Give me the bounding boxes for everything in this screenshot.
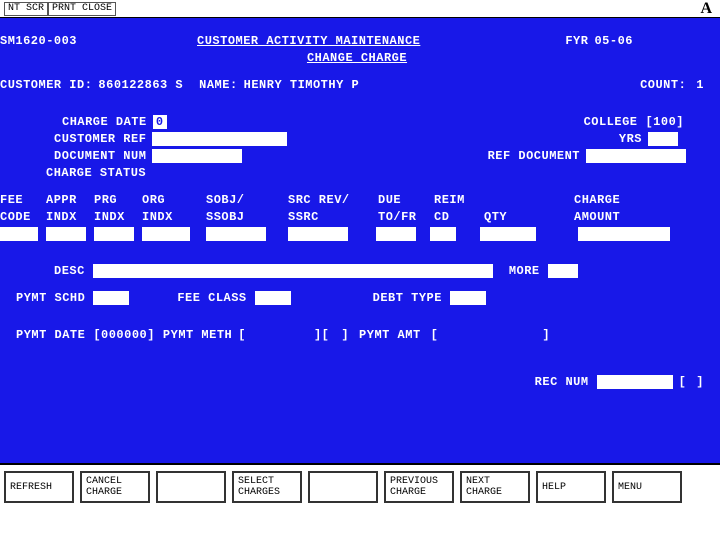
college-value: [100] bbox=[645, 115, 684, 129]
count-value: 1 bbox=[696, 78, 704, 92]
name-label: NAME: bbox=[199, 78, 238, 92]
fkey-menu[interactable]: MENU bbox=[612, 471, 682, 503]
cust-id-value: 860122863 S bbox=[98, 78, 183, 92]
cust-id-label: CUSTOMER ID: bbox=[0, 78, 92, 92]
more-label: MORE bbox=[509, 264, 540, 278]
col-qty: QTY bbox=[484, 210, 574, 224]
col-cd: CD bbox=[434, 210, 484, 224]
col-ssobj: SSOBJ bbox=[206, 210, 288, 224]
reim-input[interactable] bbox=[430, 227, 456, 241]
col-indx3: INDX bbox=[142, 210, 206, 224]
col-indx1: INDX bbox=[46, 210, 94, 224]
fee-code-input[interactable] bbox=[0, 227, 38, 241]
college-label: COLLEGE bbox=[584, 115, 638, 129]
ref-doc-label: REF DOCUMENT bbox=[488, 149, 580, 163]
pymt-schd-label: PYMT SCHD bbox=[16, 291, 85, 305]
amount-input[interactable] bbox=[578, 227, 670, 241]
col-srcrev: SRC REV/ bbox=[288, 193, 378, 207]
due-input[interactable] bbox=[376, 227, 416, 241]
prg-input[interactable] bbox=[94, 227, 134, 241]
fkey-select-charges[interactable]: SELECT CHARGES bbox=[232, 471, 302, 503]
more-input[interactable] bbox=[548, 264, 578, 278]
screen-code: SM1620-003 bbox=[0, 34, 77, 48]
function-key-row: REFRESH CANCEL CHARGE SELECT CHARGES PRE… bbox=[0, 463, 720, 513]
charge-status-label: CHARGE STATUS bbox=[46, 166, 146, 180]
charge-date-label: CHARGE DATE bbox=[62, 115, 147, 129]
pymt-meth-label: PYMT METH bbox=[163, 328, 232, 342]
desc-label: DESC bbox=[54, 264, 85, 278]
col-amount: AMOUNT bbox=[574, 210, 620, 224]
rec-num-label: REC NUM bbox=[535, 375, 589, 389]
qty-input[interactable] bbox=[480, 227, 536, 241]
pymt-amt-label: PYMT AMT bbox=[359, 328, 421, 342]
col-code: CODE bbox=[0, 210, 46, 224]
col-charge: CHARGE bbox=[574, 193, 620, 207]
fee-class-label: FEE CLASS bbox=[177, 291, 246, 305]
org-input[interactable] bbox=[142, 227, 190, 241]
ntscr-button[interactable]: NT SCR bbox=[4, 2, 48, 16]
col-sobj: SOBJ/ bbox=[206, 193, 288, 207]
rec-num-input[interactable] bbox=[597, 375, 673, 389]
fyr-value: 05-06 bbox=[594, 34, 633, 48]
yrs-label: YRS bbox=[619, 132, 642, 146]
marker-a: A bbox=[700, 0, 716, 18]
count-label: COUNT: bbox=[640, 78, 686, 92]
page-subtitle: CHANGE CHARGE bbox=[307, 51, 407, 65]
sobj-input[interactable] bbox=[206, 227, 266, 241]
srcrev-input[interactable] bbox=[288, 227, 348, 241]
col-tofr: TO/FR bbox=[378, 210, 434, 224]
pymt-date-label: PYMT DATE bbox=[16, 328, 85, 342]
fkey-previous-charge[interactable]: PREVIOUS CHARGE bbox=[384, 471, 454, 503]
fkey-cancel-charge[interactable]: CANCEL CHARGE bbox=[80, 471, 150, 503]
fkey-next-charge[interactable]: NEXT CHARGE bbox=[460, 471, 530, 503]
col-due: DUE bbox=[378, 193, 434, 207]
page-title: CUSTOMER ACTIVITY MAINTENANCE bbox=[197, 34, 420, 48]
name-value: HENRY TIMOTHY P bbox=[244, 78, 360, 92]
doc-num-input[interactable] bbox=[152, 149, 242, 163]
fyr-label: FYR bbox=[565, 34, 588, 48]
cust-ref-label: CUSTOMER REF bbox=[54, 132, 146, 146]
col-indx2: INDX bbox=[94, 210, 142, 224]
col-appr: APPR bbox=[46, 193, 94, 207]
pymt-schd-input[interactable] bbox=[93, 291, 129, 305]
terminal-screen: SM1620-003 CUSTOMER ACTIVITY MAINTENANCE… bbox=[0, 18, 720, 463]
doc-num-label: DOCUMENT NUM bbox=[54, 149, 146, 163]
col-prg: PRG bbox=[94, 193, 142, 207]
fkey-blank-2[interactable] bbox=[308, 471, 378, 503]
col-org: ORG bbox=[142, 193, 206, 207]
fee-class-input[interactable] bbox=[255, 291, 291, 305]
col-ssrc: SSRC bbox=[288, 210, 378, 224]
prntclose-button[interactable]: PRNT CLOSE bbox=[48, 2, 116, 16]
col-fee: FEE bbox=[0, 193, 46, 207]
col-reim: REIM bbox=[434, 193, 484, 207]
fkey-help[interactable]: HELP bbox=[536, 471, 606, 503]
fkey-refresh[interactable]: REFRESH bbox=[4, 471, 74, 503]
debt-type-input[interactable] bbox=[450, 291, 486, 305]
pymt-date-value: [000000] bbox=[93, 328, 155, 342]
yrs-input[interactable] bbox=[648, 132, 678, 146]
debt-type-label: DEBT TYPE bbox=[373, 291, 442, 305]
window-topbar: NT SCR PRNT CLOSE A bbox=[0, 0, 720, 18]
charge-date-input[interactable]: 0 bbox=[153, 115, 167, 129]
ref-doc-input[interactable] bbox=[586, 149, 686, 163]
appr-input[interactable] bbox=[46, 227, 86, 241]
desc-input[interactable] bbox=[93, 264, 493, 278]
fkey-blank-1[interactable] bbox=[156, 471, 226, 503]
cust-ref-input[interactable] bbox=[152, 132, 287, 146]
